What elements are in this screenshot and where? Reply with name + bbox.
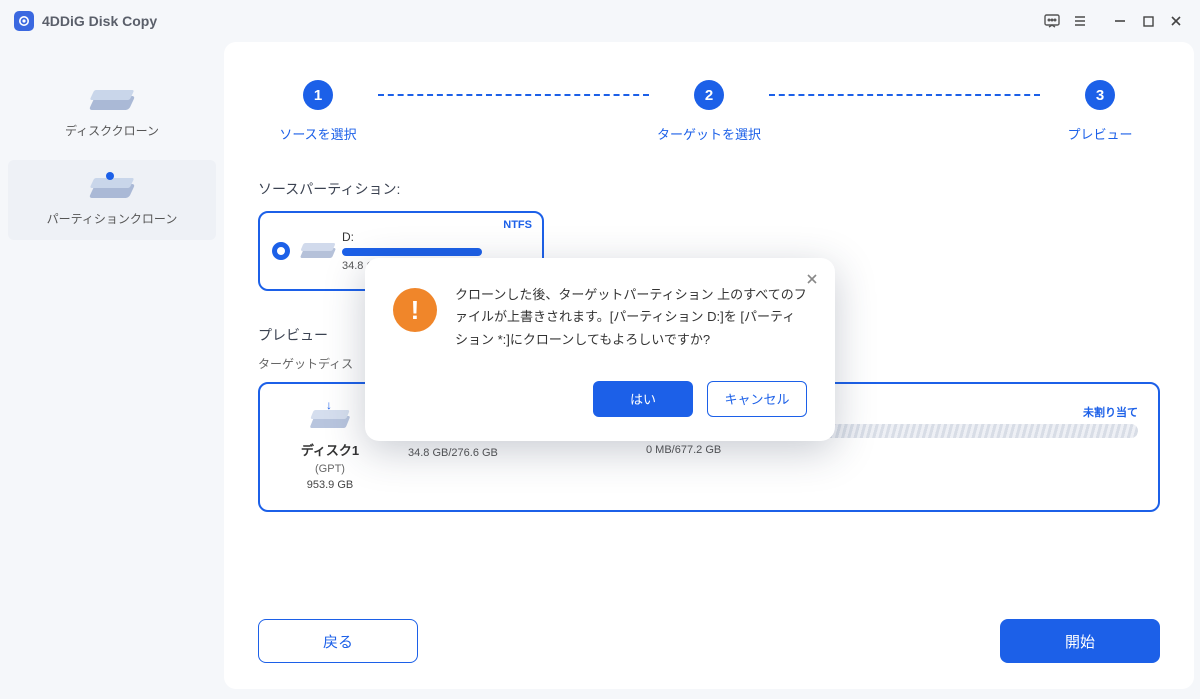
cancel-button[interactable]: キャンセル — [707, 381, 807, 417]
close-icon[interactable] — [805, 272, 819, 291]
warning-icon: ! — [393, 288, 437, 332]
yes-button[interactable]: はい — [593, 381, 693, 417]
modal-overlay: ! クローンした後、ターゲットパーティション 上のすべてのファイルが上書きされま… — [0, 0, 1200, 699]
confirm-dialog: ! クローンした後、ターゲットパーティション 上のすべてのファイルが上書きされま… — [365, 258, 835, 440]
dialog-message: クローンした後、ターゲットパーティション 上のすべてのファイルが上書きされます。… — [455, 284, 807, 350]
